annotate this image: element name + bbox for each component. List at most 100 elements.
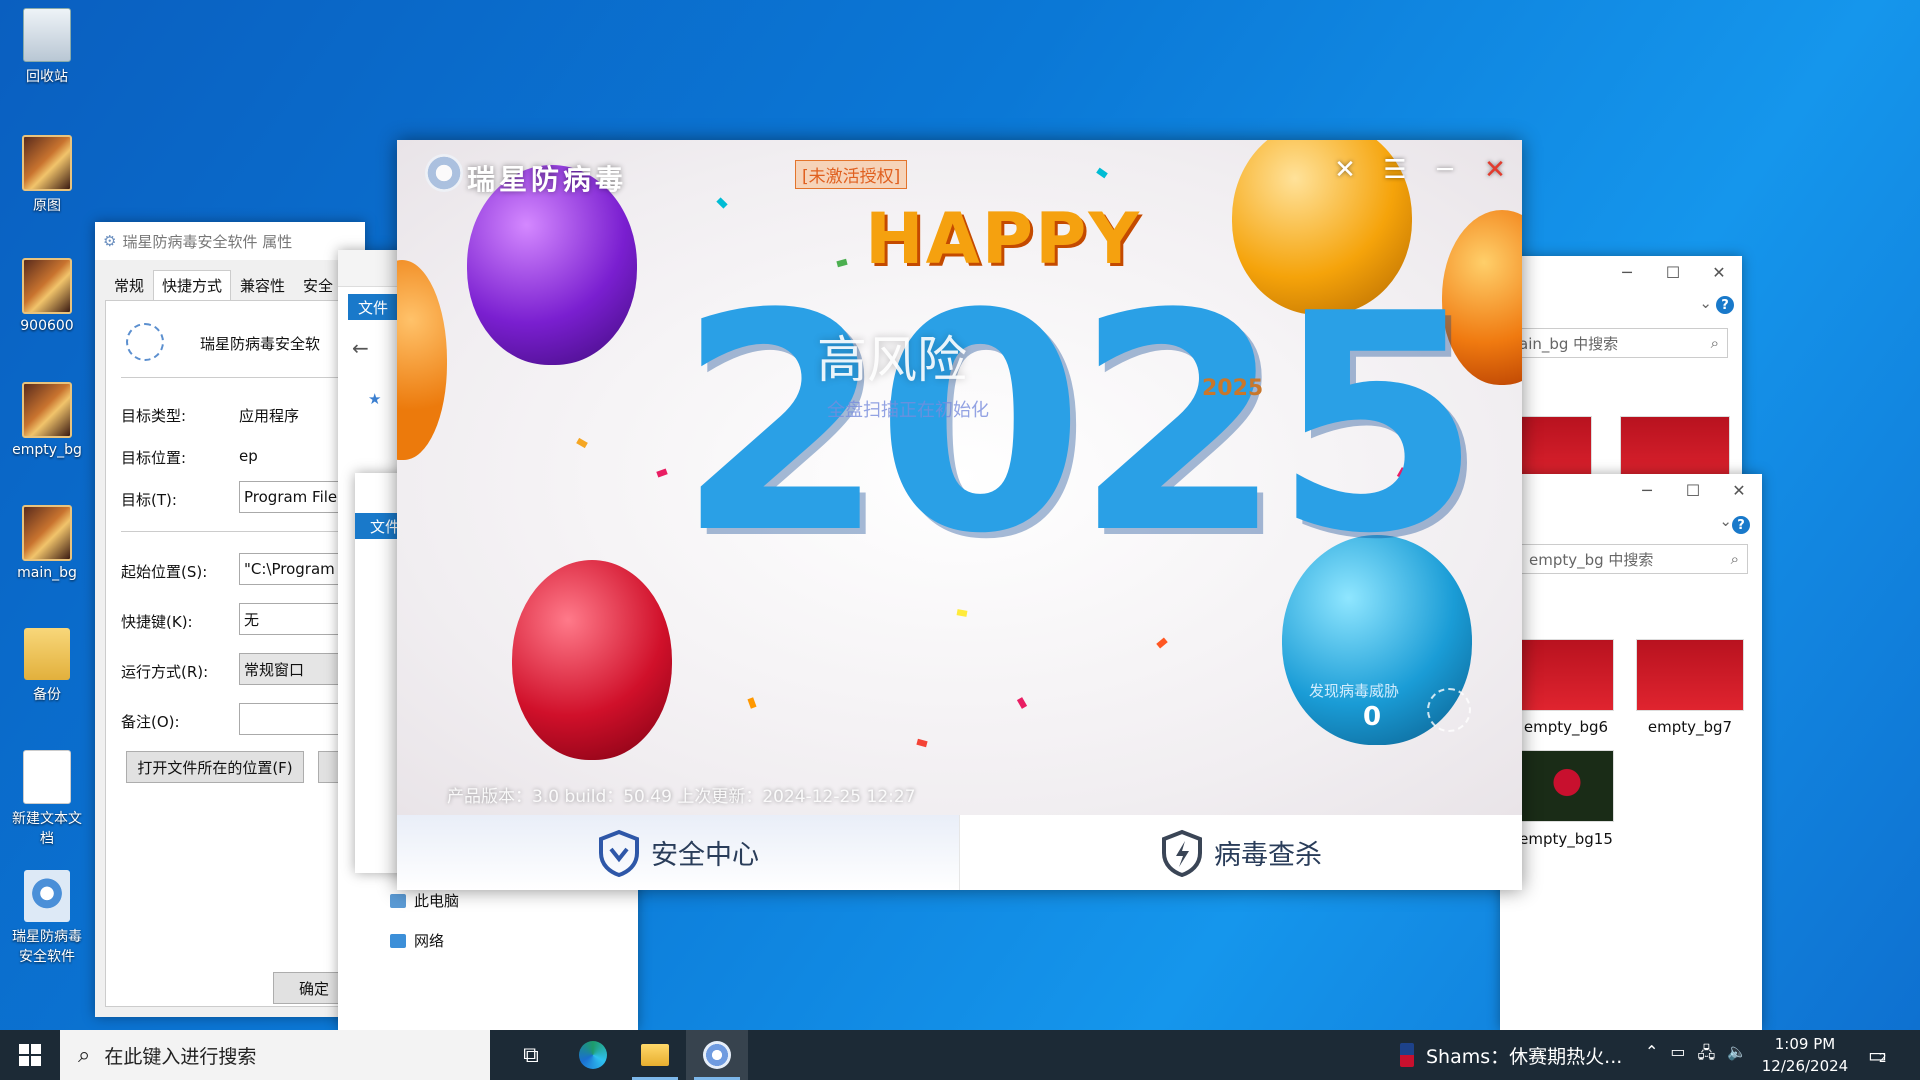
tab-compatibility[interactable]: 兼容性 bbox=[231, 270, 294, 301]
app-icon bbox=[126, 323, 164, 361]
image-icon bbox=[22, 258, 72, 314]
tab-bar: 常规 快捷方式 兼容性 安全 bbox=[95, 260, 365, 301]
nba-logo-icon bbox=[1400, 1043, 1414, 1067]
target-location-value: ep bbox=[239, 447, 258, 465]
minimize-icon[interactable]: ─ bbox=[1624, 474, 1670, 506]
file-thumbnail-empty-bg6[interactable] bbox=[1520, 639, 1614, 711]
system-tray: ⌃ ▭ 🖧 🔈 bbox=[1645, 1042, 1747, 1069]
target-label: 目标(T): bbox=[121, 491, 177, 509]
desktop-icon-recycle-bin[interactable]: 回收站 bbox=[6, 8, 88, 86]
confetti bbox=[747, 697, 757, 709]
explorer-window-empty-bg: ─ ☐ ✕ ⌄ ? empty_bg 中搜索 ⌕ empty_bg6 empty… bbox=[1500, 474, 1762, 1030]
help-icon[interactable]: ? bbox=[1732, 516, 1750, 534]
window-title: 瑞星防病毒安全软件 属性 bbox=[122, 232, 293, 251]
search-input[interactable]: empty_bg 中搜索 ⌕ bbox=[1520, 544, 1748, 574]
confetti bbox=[1096, 167, 1108, 179]
confetti bbox=[1016, 697, 1028, 709]
tab-label: 安全中心 bbox=[651, 840, 759, 871]
start-in-label: 起始位置(S): bbox=[121, 563, 208, 581]
date: 12/26/2024 bbox=[1761, 1057, 1849, 1075]
app-logo-icon bbox=[425, 154, 463, 192]
news-text: Shams：休赛期热火... bbox=[1426, 1045, 1623, 1068]
taskbar: ⌕ 在此键入进行搜索 ⧉ Shams：休赛期热火... ⌃ ▭ 🖧 🔈 1:09… bbox=[0, 1030, 1920, 1080]
chevron-down-icon[interactable]: ⌄ bbox=[1719, 512, 1732, 530]
desktop-icon-backup[interactable]: 备份 bbox=[6, 628, 88, 704]
help-icon[interactable]: ? bbox=[1716, 296, 1734, 314]
close-icon[interactable]: ✕ bbox=[1477, 152, 1513, 188]
scan-status: 全盘扫描正在初始化 bbox=[827, 400, 989, 421]
desktop-icon-yuantu[interactable]: 原图 bbox=[6, 135, 88, 215]
tab-general[interactable]: 常规 bbox=[105, 270, 153, 301]
properties-window: ⚙ 瑞星防病毒安全软件 属性 常规 快捷方式 兼容性 安全 瑞星防病毒安全软 目… bbox=[95, 222, 365, 1017]
task-view-icon[interactable]: ⧉ bbox=[500, 1030, 562, 1080]
tab-virus-scan[interactable]: 病毒查杀 bbox=[959, 815, 1522, 890]
target-type-value: 应用程序 bbox=[239, 407, 300, 425]
volume-icon[interactable]: 🔈 bbox=[1727, 1042, 1747, 1069]
tab-security-center[interactable]: 安全中心 bbox=[397, 815, 959, 890]
close-icon[interactable]: ✕ bbox=[1696, 256, 1742, 288]
start-button[interactable] bbox=[0, 1030, 60, 1080]
hotkey-label: 快捷键(K): bbox=[121, 613, 193, 631]
file-thumbnail-empty-bg15[interactable] bbox=[1520, 750, 1614, 822]
tab-shortcut[interactable]: 快捷方式 bbox=[153, 270, 232, 301]
confetti bbox=[956, 609, 968, 617]
back-arrow-icon[interactable]: ← bbox=[352, 336, 369, 360]
desktop-icon-rising-av[interactable]: 瑞星防病毒安全软件 bbox=[6, 870, 88, 966]
nav-this-pc[interactable]: 此电脑 bbox=[390, 890, 459, 911]
version-info: 产品版本：3.0 build：50.49 上次更新：2024-12-25 12:… bbox=[447, 787, 916, 807]
nav-network[interactable]: 网络 bbox=[390, 930, 444, 951]
desktop-icon-new-text[interactable]: 新建文本文档 bbox=[6, 750, 88, 848]
news-widget[interactable]: Shams：休赛期热火... bbox=[1400, 1042, 1622, 1069]
nav-label: 此电脑 bbox=[414, 892, 460, 910]
explorer-window-main-bg: ─ ☐ ✕ ⌄ ? ain_bg 中搜索 ⌕ bbox=[1500, 256, 1742, 496]
close-icon[interactable]: ✕ bbox=[1716, 474, 1762, 506]
search-icon: ⌕ bbox=[78, 1042, 91, 1068]
computer-icon bbox=[390, 893, 406, 908]
license-badge[interactable]: [未激活授权] bbox=[795, 160, 908, 189]
minimize-icon[interactable]: ─ bbox=[1604, 256, 1650, 288]
run-label: 运行方式(R): bbox=[121, 663, 209, 681]
desktop-icon-main-bg[interactable]: main_bg bbox=[6, 505, 88, 581]
clock[interactable]: 1:09 PM 12/26/2024 bbox=[1760, 1033, 1850, 1077]
battery-icon[interactable]: ▭ bbox=[1670, 1042, 1685, 1069]
divider bbox=[121, 377, 364, 378]
chevron-down-icon[interactable]: ⌄ bbox=[1699, 294, 1712, 312]
comment-label: 备注(O): bbox=[121, 713, 180, 731]
file-name: empty_bg6 bbox=[1523, 718, 1609, 736]
notification-center-icon[interactable]: ▭2 bbox=[1868, 1043, 1887, 1067]
shield-check-icon bbox=[599, 829, 639, 877]
search-icon: ⌕ bbox=[1710, 334, 1719, 352]
recycle-bin-icon bbox=[23, 8, 71, 62]
year-text: 2025 bbox=[677, 250, 1482, 599]
rising-antivirus-taskbar-icon[interactable] bbox=[686, 1030, 748, 1080]
tab-security[interactable]: 安全 bbox=[294, 270, 342, 301]
desktop-icon-label: 900600 bbox=[20, 318, 74, 334]
taskbar-search[interactable]: ⌕ 在此键入进行搜索 bbox=[60, 1030, 490, 1080]
desktop-icon-900600[interactable]: 900600 bbox=[6, 258, 88, 334]
tools-icon[interactable]: ✕ bbox=[1327, 152, 1363, 188]
window-controls: ─ ☐ ✕ bbox=[1624, 474, 1762, 506]
file-thumbnail-empty-bg7[interactable] bbox=[1636, 639, 1744, 711]
confetti bbox=[916, 738, 928, 748]
window-controls: ─ ☐ ✕ bbox=[1604, 256, 1742, 288]
confetti bbox=[1156, 637, 1168, 649]
search-input[interactable]: ain_bg 中搜索 ⌕ bbox=[1510, 328, 1728, 358]
menu-icon[interactable]: ☰ bbox=[1377, 152, 1413, 188]
network-icon[interactable]: 🖧 bbox=[1698, 1042, 1716, 1069]
desktop-icon-empty-bg[interactable]: empty_bg bbox=[6, 382, 88, 458]
file-tab[interactable]: 文件 bbox=[348, 294, 398, 320]
edge-icon[interactable] bbox=[562, 1030, 624, 1080]
file-explorer-icon[interactable] bbox=[624, 1030, 686, 1080]
year-badge: 2025 bbox=[1202, 376, 1264, 401]
bottom-tabs: 安全中心 病毒查杀 bbox=[397, 815, 1522, 890]
confetti bbox=[576, 437, 588, 449]
advanced-button[interactable] bbox=[318, 751, 340, 783]
maximize-icon[interactable]: ☐ bbox=[1650, 256, 1696, 288]
open-location-button[interactable]: 打开文件所在的位置(F) bbox=[126, 751, 304, 783]
file-name: empty_bg15 bbox=[1519, 830, 1613, 848]
chevron-up-icon[interactable]: ⌃ bbox=[1645, 1042, 1658, 1069]
minimize-icon[interactable]: ─ bbox=[1427, 152, 1463, 188]
maximize-icon[interactable]: ☐ bbox=[1670, 474, 1716, 506]
scan-gear-icon[interactable] bbox=[1427, 688, 1471, 732]
search-placeholder: ain_bg 中搜索 bbox=[1519, 334, 1619, 353]
